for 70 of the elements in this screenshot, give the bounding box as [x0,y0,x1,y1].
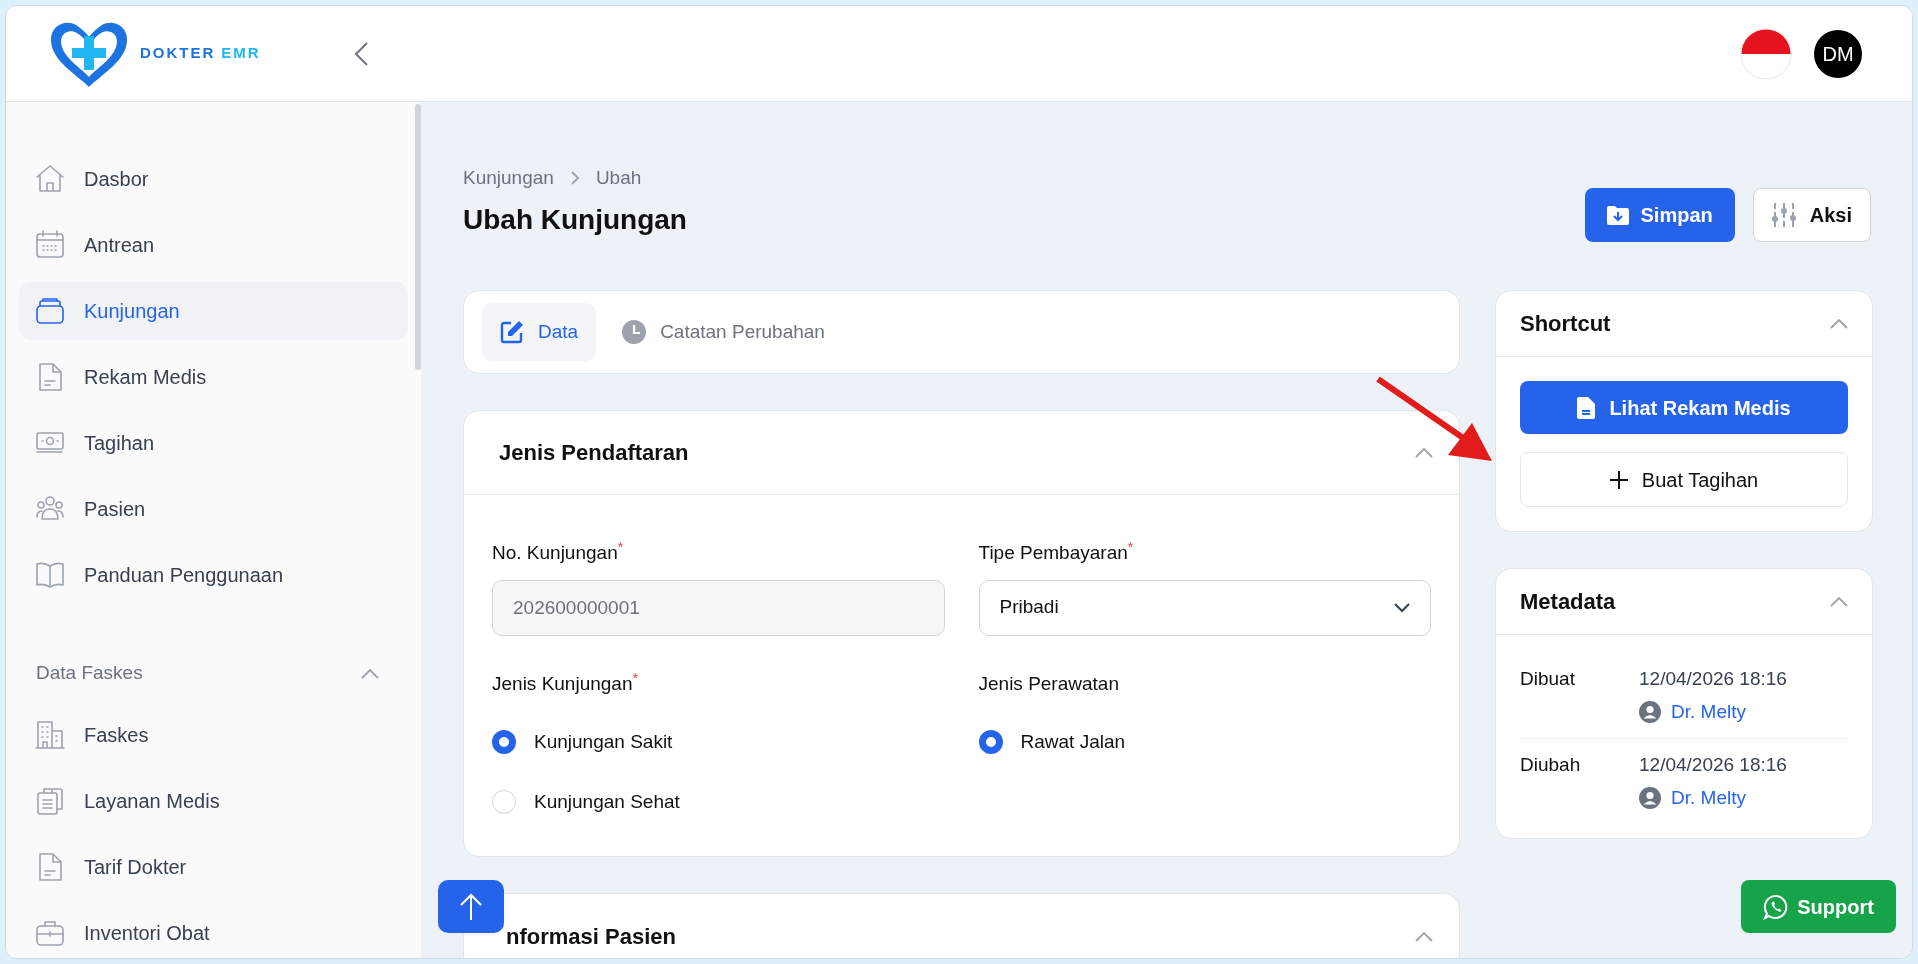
chevron-right-icon [569,170,580,187]
radio-option[interactable]: Rawat Jalan [978,722,1431,762]
building-icon [34,719,66,751]
user-avatar[interactable]: DM [1814,29,1862,78]
sidebar-item[interactable]: Layanan Medis [19,772,408,830]
actions-button[interactable]: Aksi [1752,188,1871,242]
create-bill-button[interactable]: Buat Tagihan [1520,452,1848,507]
radio-option[interactable]: Kunjungan Sakit [492,722,945,762]
clipboard-icon [34,785,66,817]
user-link[interactable]: Dr. Melty [1671,783,1746,812]
section-title: Metadata [1520,588,1616,616]
tab[interactable]: Catatan Perubahan [604,303,843,361]
scroll-top-button[interactable] [438,880,504,933]
chevron-up-icon[interactable] [361,667,379,679]
sidebar-item[interactable]: Dasbor [19,150,408,208]
tab[interactable]: Data [482,303,597,361]
whatsapp-icon [1763,893,1790,920]
flag-icon[interactable] [1740,27,1792,80]
document-icon [1577,396,1596,419]
select-field[interactable]: Pribadi [978,579,1431,636]
radio-button[interactable] [492,730,516,754]
home-icon [34,163,66,195]
chevron-up-icon[interactable] [1830,318,1848,329]
meta-time: 12/04/2026 18:16 [1639,753,1787,777]
scrollbar-thumb[interactable] [415,104,421,370]
meta-label: Dibuat [1520,667,1576,691]
breadcrumb-item[interactable]: Kunjungan [463,164,554,193]
view-records-button[interactable]: Lihat Rekam Medis [1520,381,1848,434]
section-title: Shortcut [1520,310,1611,338]
radio-button[interactable] [978,730,1003,754]
field-label: Tipe Pembayaran$^{*}$ [978,539,1135,565]
logo-text: EMR [221,43,261,64]
field-label: No. Kunjungan$^{*}$ [492,539,625,565]
meta-time: 12/04/2026 18:16 [1639,667,1787,691]
sidebar-item[interactable]: Panduan Penggunaan [19,546,408,604]
folder-download-icon [1606,205,1629,225]
sidebar-item[interactable]: Tarif Dokter [19,838,408,896]
sidebar-item[interactable]: Rekam Medis [19,348,408,406]
section-title: nformasi Pasien [506,922,676,951]
page-title: Ubah Kunjungan [463,202,687,237]
clock-icon [622,320,647,344]
chevron-down-icon [1394,602,1410,613]
chevron-up-icon[interactable] [1830,596,1848,607]
tray-icon [34,295,66,327]
radio-option[interactable]: Kunjungan Sehat [492,782,945,822]
user-icon [1639,786,1661,809]
logo-text: DOKTER [140,43,216,64]
sidebar-item[interactable]: Inventori Obat [19,904,408,958]
field-label: Jenis Perawatan [978,671,1120,696]
sidebar-item[interactable]: Kunjungan [19,282,408,340]
user-link[interactable]: Dr. Melty [1671,697,1746,726]
section-title: Jenis Pendaftaran [499,439,689,467]
meta-label: Diubah [1520,753,1582,777]
sidebar-item[interactable]: Faskes [19,706,408,764]
sidebar-item[interactable]: Tagihan [19,414,408,472]
section-heading: Data Faskes [36,660,143,685]
calendar-icon [34,229,66,261]
plus-icon [1609,470,1628,489]
arrow-up-icon [459,891,483,922]
breadcrumb-item: Ubah [595,166,642,190]
sidebar-item[interactable]: Pasien [19,480,408,538]
field-label: Jenis Kunjungan$^{*}$ [492,669,639,696]
sidebar-item[interactable]: Antrean [19,216,408,274]
user-icon [1639,700,1661,723]
edit-icon [500,320,524,344]
chevron-up-icon[interactable] [1415,447,1433,458]
chevron-up-icon[interactable] [1415,930,1433,942]
save-button[interactable]: Simpan [1584,188,1735,242]
collapse-icon[interactable] [352,40,369,67]
sliders-icon [1771,202,1796,228]
